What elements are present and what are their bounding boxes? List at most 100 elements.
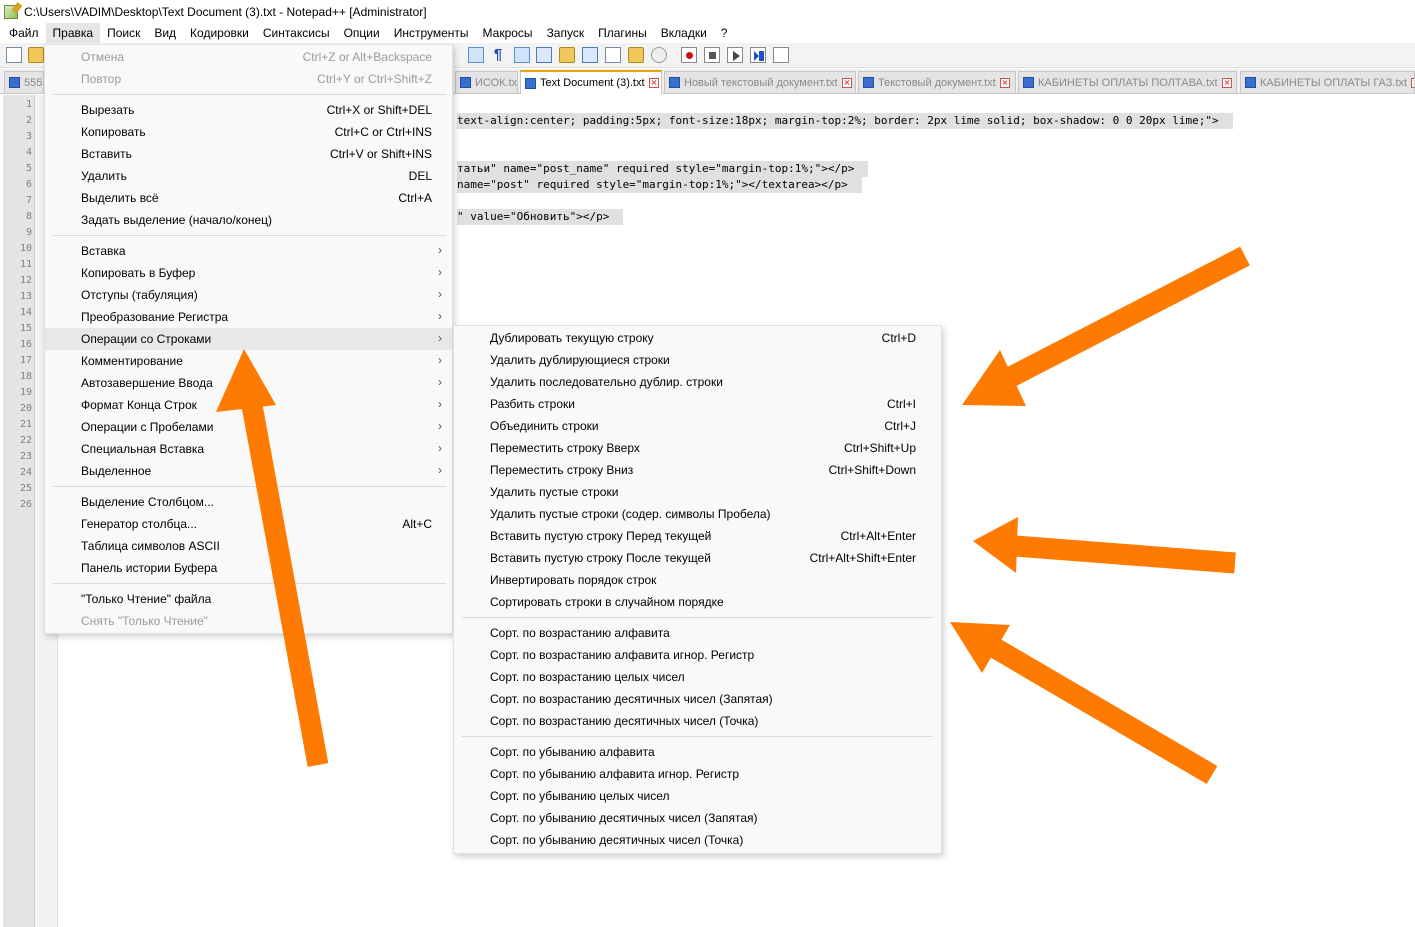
- line-ops-item[interactable]: Сорт. по возрастанию целых чисел: [454, 666, 941, 688]
- code-line[interactable]: татьи" name="post_name" required style="…: [457, 161, 869, 177]
- tab-3[interactable]: Text Document (3).txt: [520, 70, 662, 94]
- line-ops-item[interactable]: Дублировать текущую строку Ctrl+D: [454, 327, 941, 349]
- edit-menu-item[interactable]: Генератор столбца... Alt+C: [45, 513, 452, 535]
- new-file-icon[interactable]: [6, 47, 22, 63]
- menu-item-label: Вставить: [81, 147, 132, 161]
- menu-6[interactable]: Синтаксисы: [256, 23, 337, 43]
- edit-menu-item[interactable]: Удалить DEL: [45, 165, 452, 187]
- code-line[interactable]: text-align:center; padding:5px; font-siz…: [457, 113, 1233, 129]
- line-ops-item[interactable]: Инвертировать порядок строк: [454, 569, 941, 591]
- close-tab-icon[interactable]: [841, 77, 852, 88]
- edit-menu-item[interactable]: "Только Чтение" файла: [45, 588, 452, 610]
- menu-item-label: Выделенное: [81, 464, 152, 478]
- edit-menu-item[interactable]: Выделенное ›: [45, 460, 452, 482]
- line-ops-item[interactable]: Сортировать строки в случайном порядке: [454, 591, 941, 613]
- edit-menu-item[interactable]: Специальная Вставка ›: [45, 438, 452, 460]
- close-tab-icon[interactable]: [1221, 77, 1232, 88]
- menu-1[interactable]: Файл: [2, 23, 46, 43]
- line-number: 25: [19, 483, 32, 494]
- edit-menu-item[interactable]: Операции со Строками ›: [45, 328, 452, 350]
- folder-icon[interactable]: [628, 47, 644, 63]
- line-ops-item[interactable]: Вставить пустую строку Перед текущей Ctrl…: [454, 525, 941, 547]
- edit-menu-item[interactable]: Формат Конца Строк ›: [45, 394, 452, 416]
- play-macro-icon[interactable]: [727, 47, 743, 63]
- edit-menu-item[interactable]: Преобразование Регистра ›: [45, 306, 452, 328]
- edit-menu-item[interactable]: Задать выделение (начало/конец): [45, 209, 452, 231]
- line-ops-item[interactable]: Сорт. по убыванию десятичных чисел (Точк…: [454, 829, 941, 851]
- line-ops-item[interactable]: Объединить строки Ctrl+J: [454, 415, 941, 437]
- function-list-icon[interactable]: [559, 47, 575, 63]
- tab-2[interactable]: ИСОК.txt: [455, 71, 518, 93]
- tab-1[interactable]: 5559: [4, 71, 44, 93]
- line-ops-item[interactable]: Удалить последовательно дублир. строки: [454, 371, 941, 393]
- line-ops-item[interactable]: Удалить пустые строки: [454, 481, 941, 503]
- menu-9[interactable]: Макросы: [476, 23, 540, 43]
- line-ops-item[interactable]: Сорт. по убыванию алфавита игнор. Регист…: [454, 763, 941, 785]
- line-ops-item[interactable]: Сорт. по убыванию десятичных чисел (Запя…: [454, 807, 941, 829]
- edit-menu-item[interactable]: Вставить Ctrl+V or Shift+INS: [45, 143, 452, 165]
- edit-menu-item[interactable]: Операции с Пробелами ›: [45, 416, 452, 438]
- line-ops-item[interactable]: Удалить пустые строки (содер. символы Пр…: [454, 503, 941, 525]
- menu-10[interactable]: Запуск: [540, 23, 592, 43]
- tab-5[interactable]: Текстовый документ.txt: [858, 71, 1016, 93]
- document-map-icon[interactable]: [536, 47, 552, 63]
- line-number: 17: [19, 355, 32, 366]
- edit-menu-item[interactable]: Выделить всё Ctrl+A: [45, 187, 452, 209]
- edit-menu-item[interactable]: Автозавершение Ввода ›: [45, 372, 452, 394]
- wrap-icon[interactable]: [468, 47, 484, 63]
- indent-guide-icon[interactable]: [514, 47, 530, 63]
- menu-11[interactable]: Плагины: [591, 23, 654, 43]
- menu-item-shortcut: Ctrl+V or Shift+INS: [329, 147, 432, 161]
- edit-menu-item[interactable]: Вырезать Ctrl+X or Shift+DEL: [45, 99, 452, 121]
- tab-7[interactable]: КАБИНЕТЫ ОПЛАТЫ ГАЗ.txt: [1240, 71, 1415, 93]
- line-ops-item[interactable]: Сорт. по возрастанию алфавита: [454, 622, 941, 644]
- menu-7[interactable]: Опции: [337, 23, 387, 43]
- menu-4[interactable]: Вид: [147, 23, 183, 43]
- line-ops-item[interactable]: Сорт. по возрастанию алфавита игнор. Рег…: [454, 644, 941, 666]
- menu-8[interactable]: Инструменты: [387, 23, 476, 43]
- menu-item-label: Повтор: [81, 72, 122, 86]
- line-ops-item[interactable]: Удалить дублирующиеся строки: [454, 349, 941, 371]
- edit-menu-item[interactable]: Панель истории Буфера: [45, 557, 452, 579]
- close-tab-icon[interactable]: [999, 77, 1010, 88]
- edit-menu-item[interactable]: Вставка ›: [45, 240, 452, 262]
- stop-record-icon[interactable]: [704, 47, 720, 63]
- menu-5[interactable]: Кодировки: [183, 23, 256, 43]
- line-ops-item[interactable]: Вставить пустую строку После текущей Ctrl…: [454, 547, 941, 569]
- tab-6[interactable]: КАБИНЕТЫ ОПЛАТЫ ПОЛТАВА.txt: [1018, 71, 1237, 93]
- line-ops-item[interactable]: Сорт. по убыванию целых чисел: [454, 785, 941, 807]
- edit-menu-item[interactable]: Комментирование ›: [45, 350, 452, 372]
- run-macro-multiple-icon[interactable]: [750, 47, 766, 63]
- menu-item-label: Сорт. по убыванию десятичных чисел (Запя…: [490, 811, 758, 825]
- close-tab-icon[interactable]: [1411, 77, 1414, 88]
- menu-item-shortcut: Ctrl+Alt+Shift+Enter: [809, 551, 916, 565]
- line-ops-item[interactable]: Сорт. по возрастанию десятичных чисел (Т…: [454, 710, 941, 732]
- chevron-right-icon: ›: [438, 397, 442, 411]
- line-ops-item[interactable]: Сорт. по возрастанию десятичных чисел (З…: [454, 688, 941, 710]
- menu-3[interactable]: Поиск: [100, 23, 147, 43]
- edit-menu-item[interactable]: Копировать в Буфер ›: [45, 262, 452, 284]
- menu-12[interactable]: Вкладки: [654, 23, 714, 43]
- edit-menu-item[interactable]: Таблица символов ASCII: [45, 535, 452, 557]
- edit-menu-item[interactable]: Копировать Ctrl+C or Ctrl+INS: [45, 121, 452, 143]
- save-macro-icon[interactable]: [773, 47, 789, 63]
- monitoring-icon[interactable]: [605, 47, 621, 63]
- line-ops-item[interactable]: Разбить строки Ctrl+I: [454, 393, 941, 415]
- code-line[interactable]: name="post" required style="margin-top:1…: [457, 177, 862, 193]
- line-ops-item[interactable]: Сорт. по убыванию алфавита: [454, 741, 941, 763]
- folder-workspace-icon[interactable]: [582, 47, 598, 63]
- line-ops-item[interactable]: Переместить строку Вниз Ctrl+Shift+Down: [454, 459, 941, 481]
- menu-13[interactable]: ?: [714, 23, 735, 43]
- tab-4[interactable]: Новый текстовый документ.txt: [664, 71, 856, 93]
- close-tab-icon[interactable]: [648, 78, 659, 88]
- line-number: 10: [19, 243, 32, 254]
- menu-2[interactable]: Правка: [45, 23, 101, 43]
- record-macro-icon[interactable]: [681, 47, 697, 63]
- line-ops-item[interactable]: Переместить строку Вверх Ctrl+Shift+Up: [454, 437, 941, 459]
- code-line[interactable]: " value="Обновить"></p>: [457, 209, 624, 225]
- show-all-chars-icon[interactable]: ¶: [490, 47, 506, 63]
- open-folder-icon[interactable]: [28, 47, 44, 63]
- edit-menu-item[interactable]: Выделение Столбцом...: [45, 491, 452, 513]
- edit-menu-item[interactable]: Отступы (табуляция) ›: [45, 284, 452, 306]
- eye-icon[interactable]: [651, 47, 667, 63]
